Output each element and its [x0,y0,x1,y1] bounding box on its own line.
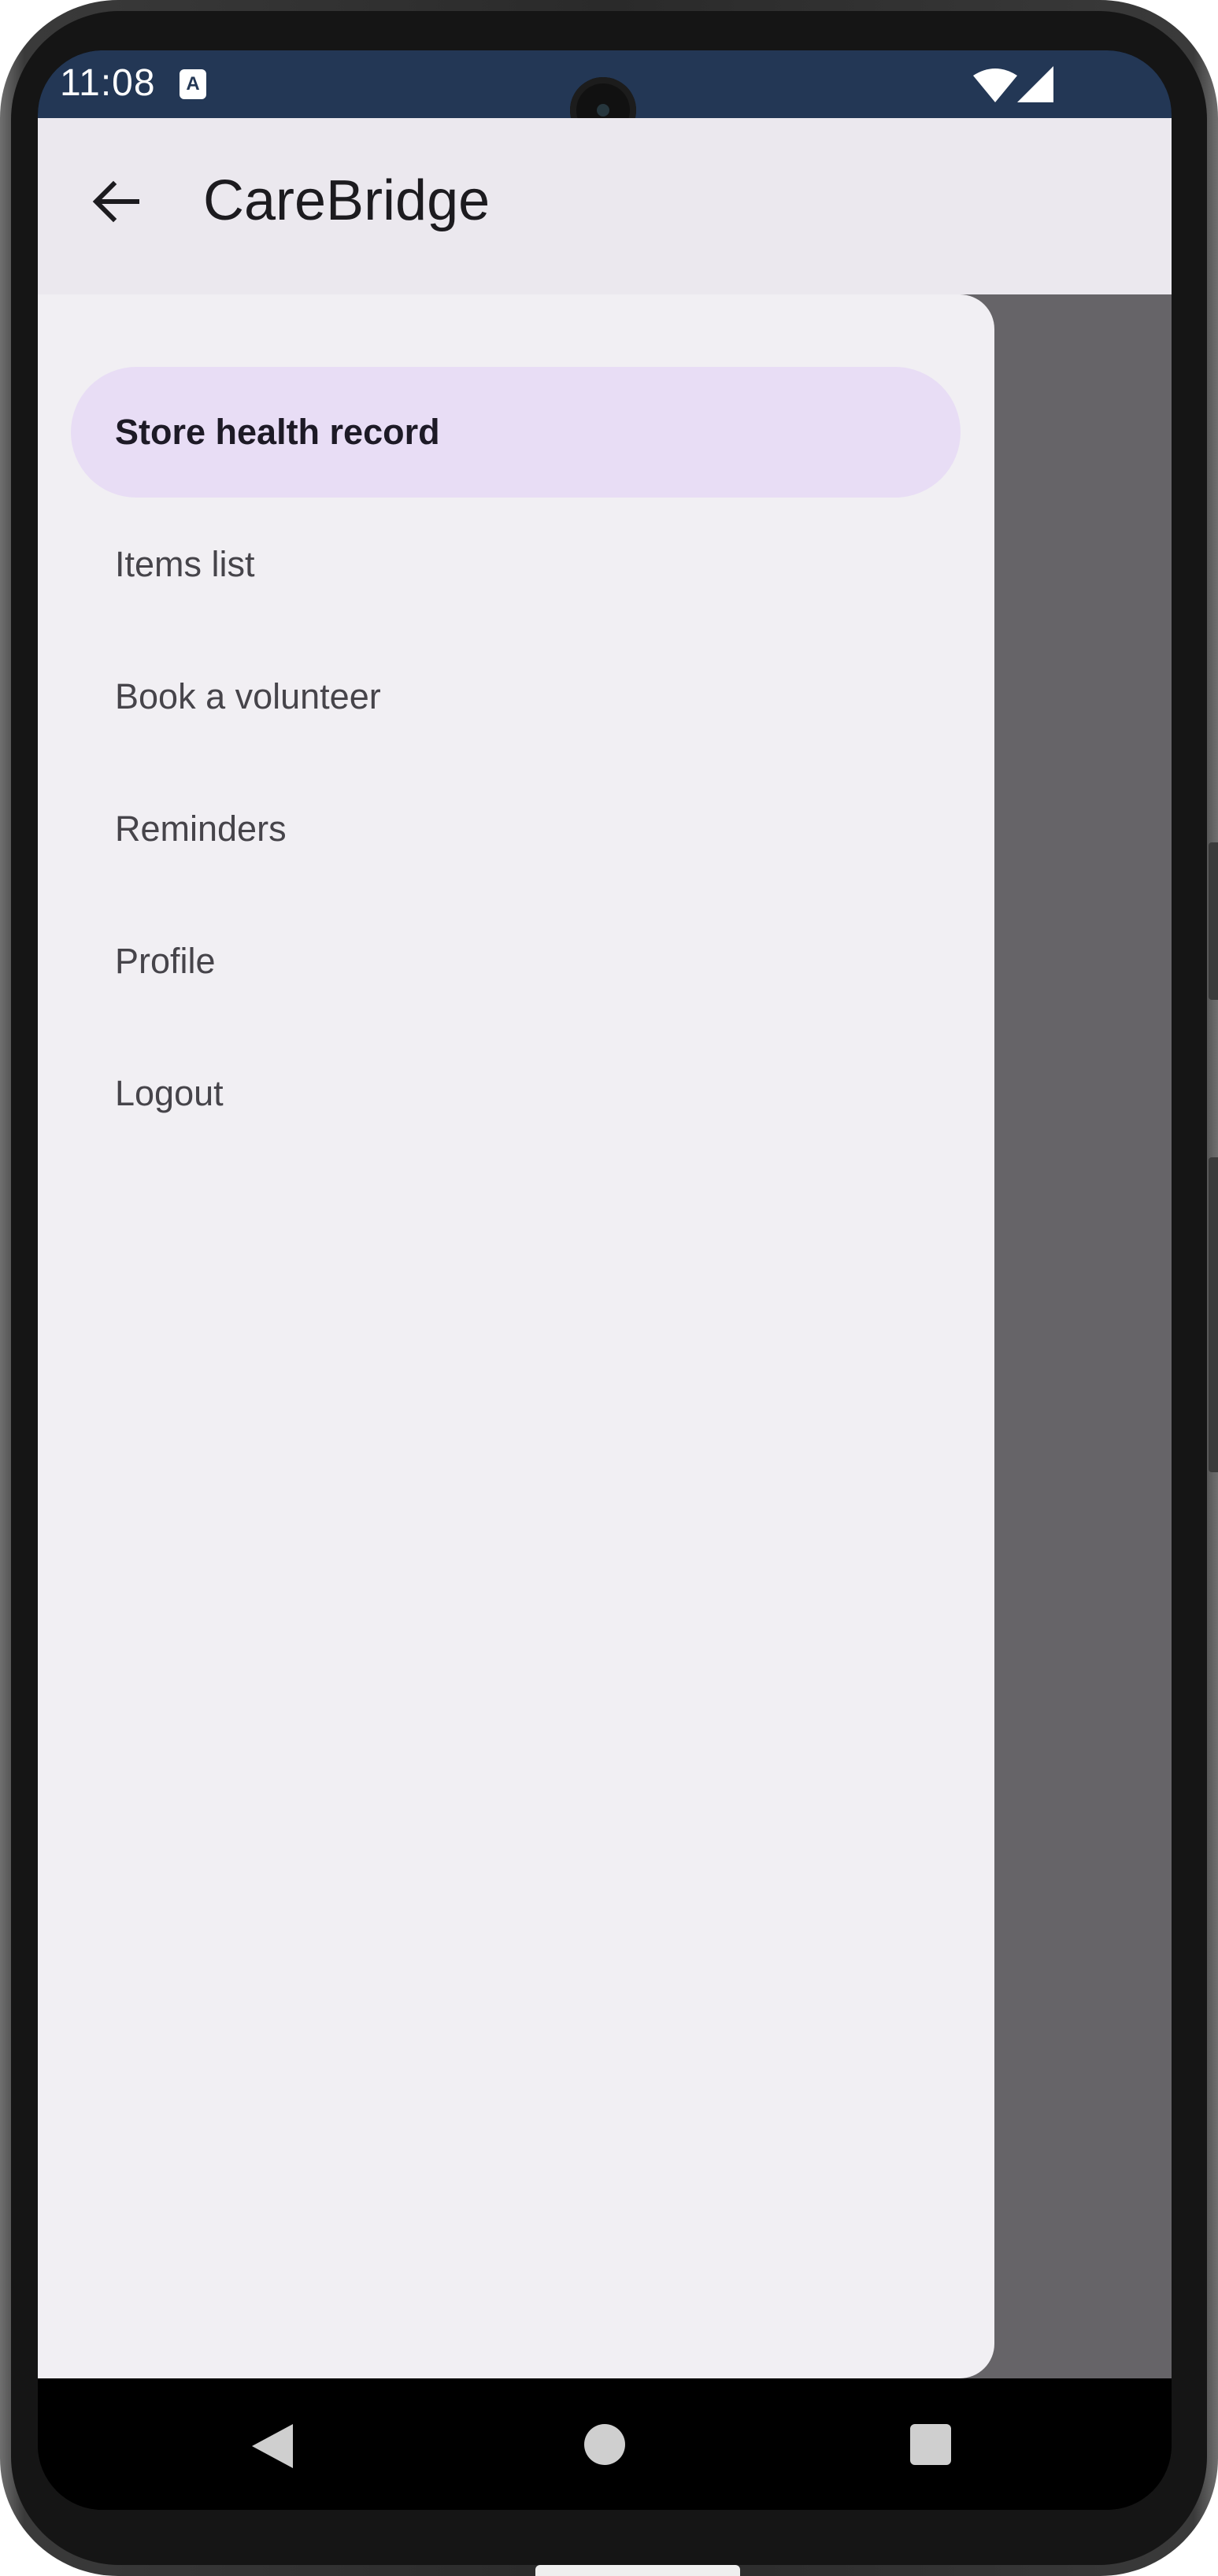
back-button[interactable] [77,164,153,239]
bottom-speaker-slot [535,2565,740,2576]
home-circle-icon[interactable] [584,2424,625,2465]
signal-icon [1017,66,1053,102]
screen: 11:08 A CareBridge Store health record I… [38,50,1172,2510]
power-button [1209,842,1218,1000]
drawer-item-label: Logout [115,1073,224,1113]
drawer-item-items-list[interactable]: Items list [71,499,961,630]
drawer-item-profile[interactable]: Profile [71,896,961,1027]
recents-square-icon[interactable] [910,2424,951,2465]
drawer-item-label: Store health record [115,412,440,452]
navigation-drawer: Store health record Items list Book a vo… [38,294,994,2378]
notification-a-icon: A [180,69,206,99]
wifi-icon [973,68,1017,102]
camera-lens [597,104,609,117]
drawer-item-label: Profile [115,941,216,981]
drawer-item-reminders[interactable]: Reminders [71,764,961,894]
drawer-item-book-a-volunteer[interactable]: Book a volunteer [71,631,961,762]
app-title: CareBridge [203,169,491,232]
volume-button [1209,1157,1218,1472]
app-bar: CareBridge [38,118,1172,294]
arrow-back-icon [92,180,139,223]
drawer-item-store-health-record[interactable]: Store health record [71,367,961,498]
system-nav-bar [38,2378,1172,2510]
phone-frame: 11:08 A CareBridge Store health record I… [0,0,1218,2576]
drawer-item-label: Items list [115,544,255,584]
drawer-item-label: Book a volunteer [115,676,381,716]
status-time: 11:08 [60,62,156,104]
back-triangle-icon[interactable] [252,2424,293,2468]
drawer-item-logout[interactable]: Logout [71,1028,961,1159]
drawer-item-label: Reminders [115,809,287,849]
